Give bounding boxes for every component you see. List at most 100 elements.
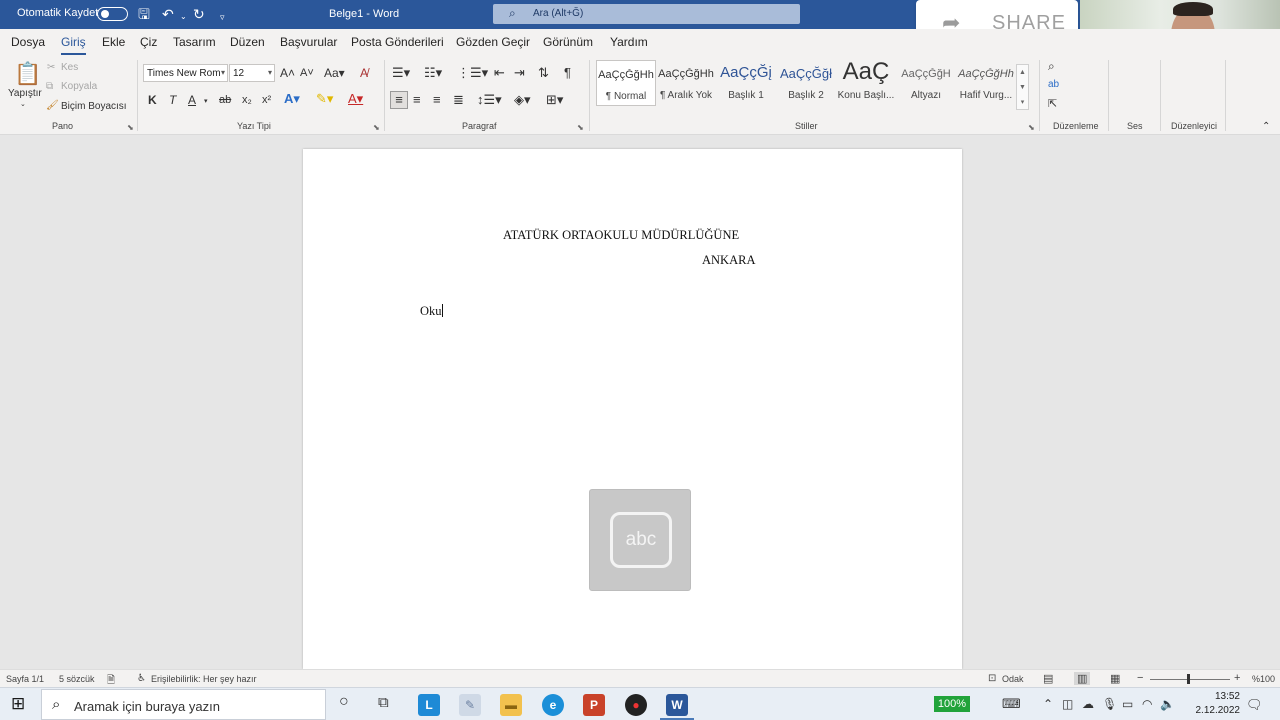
numbering-icon[interactable]: ☷▾	[424, 66, 442, 80]
chevron-up-icon[interactable]: ▲	[1019, 69, 1026, 76]
wifi-icon[interactable]: ◠	[1142, 697, 1152, 711]
italic-button[interactable]: T	[169, 93, 176, 107]
zoom-out-icon[interactable]: −	[1137, 672, 1143, 684]
superscript-icon[interactable]: x²	[262, 93, 271, 107]
font-name-combo[interactable]: Times New Rom ▾	[143, 64, 228, 82]
style-heading-1[interactable]: AaÇçĞį Başlık 1	[716, 60, 776, 106]
focus-mode[interactable]: Odak	[1002, 674, 1024, 684]
tab-gorunum[interactable]: Görünüm	[543, 35, 593, 49]
justify-icon[interactable]: ≣	[453, 93, 464, 107]
accessibility-status[interactable]: Erişilebilirlik: Her şey hazır	[151, 674, 257, 684]
recorder-app-icon[interactable]: ●	[625, 694, 647, 716]
borders-icon[interactable]: ⊞▾	[546, 93, 563, 107]
paste-button[interactable]: Yapıştır	[8, 88, 42, 99]
tab-gozden-gecir[interactable]: Gözden Geçir	[456, 35, 530, 49]
collapse-ribbon-icon[interactable]: ⌃	[1262, 120, 1270, 134]
underline-dropdown-icon[interactable]: ▾	[204, 95, 208, 109]
focus-icon[interactable]: ⊡	[988, 673, 996, 684]
bold-button[interactable]: K	[148, 93, 157, 107]
increase-indent-icon[interactable]: ⇥	[514, 66, 525, 80]
task-view-icon[interactable]: ⧉	[378, 694, 389, 711]
font-color-icon[interactable]: A▾	[348, 92, 363, 106]
word-count[interactable]: 5 sözcük	[59, 674, 95, 684]
styles-scroll[interactable]: ▲ ▼ ▾	[1016, 64, 1029, 110]
clear-formatting-icon[interactable]: A̸	[360, 66, 368, 80]
tab-posta-gonderileri[interactable]: Posta Gönderileri	[351, 35, 444, 49]
style-subtle-emphasis[interactable]: AaÇçĞğHh Hafif Vurg...	[956, 60, 1016, 106]
find-icon[interactable]: ⌕	[1048, 59, 1055, 73]
system-clock[interactable]: 13:52 2.12.2022	[1188, 690, 1241, 718]
more-styles-icon[interactable]: ▾	[1021, 99, 1025, 106]
zoom-slider[interactable]	[1150, 679, 1230, 680]
search-box[interactable]: ⌕ Ara (Alt+Ğ)	[493, 4, 800, 24]
tab-tasarim[interactable]: Tasarım	[173, 35, 216, 49]
cortana-icon[interactable]: ○	[339, 693, 349, 711]
replace-icon[interactable]: ab	[1048, 78, 1059, 92]
format-painter-icon[interactable]: 🖌	[46, 100, 59, 111]
tab-dosya[interactable]: Dosya	[11, 35, 45, 49]
highlight-icon[interactable]: ✎▾	[316, 92, 333, 106]
style-no-spacing[interactable]: AaÇçĞğHh ¶ Aralık Yok	[656, 60, 716, 106]
read-mode-icon[interactable]: ▤	[1043, 672, 1053, 685]
line-spacing-icon[interactable]: ↕☰▾	[477, 93, 502, 107]
microphone-icon[interactable]: 🎙	[1102, 697, 1117, 711]
paragraph-launcher-icon[interactable]: ⬊	[577, 123, 584, 132]
tab-basvurular[interactable]: Başvurular	[280, 35, 337, 49]
underline-button[interactable]: A	[188, 93, 196, 107]
redo-icon[interactable]: ↻	[193, 6, 205, 22]
print-layout-icon[interactable]: ▥	[1074, 672, 1091, 685]
tray-app-icon[interactable]: ◫	[1062, 697, 1073, 711]
tab-duzen[interactable]: Düzen	[230, 35, 265, 49]
shading-icon[interactable]: ◈▾	[514, 93, 531, 107]
align-left-icon[interactable]: ≡	[390, 91, 408, 109]
clipboard-launcher-icon[interactable]: ⬊	[127, 123, 134, 132]
page-count[interactable]: Sayfa 1/1	[6, 674, 44, 684]
font-launcher-icon[interactable]: ⬊	[373, 123, 380, 132]
web-layout-icon[interactable]: ▦	[1110, 672, 1120, 685]
app-l-icon[interactable]: L	[418, 694, 440, 716]
subscript-icon[interactable]: x₂	[242, 93, 252, 107]
strikethrough-icon[interactable]: ab	[219, 93, 231, 107]
document-page[interactable]: ATATÜRK ORTAOKULU MÜDÜRLÜĞÜNE ANKARA Oku	[303, 149, 962, 669]
grow-font-icon[interactable]: A˄	[280, 66, 295, 80]
battery-icon[interactable]: ▭	[1122, 697, 1133, 711]
cloud-icon[interactable]: ☁	[1082, 697, 1094, 711]
zoom-slider-thumb[interactable]	[1187, 674, 1190, 684]
chevron-down-icon[interactable]: ▼	[1019, 84, 1026, 91]
styles-launcher-icon[interactable]: ⬊	[1028, 123, 1035, 132]
multilevel-list-icon[interactable]: ⋮☰▾	[457, 66, 488, 80]
undo-icon[interactable]: ↶	[162, 6, 174, 22]
font-size-combo[interactable]: 12 ▾	[229, 64, 275, 82]
save-icon[interactable]: 🖫	[138, 6, 150, 22]
edge-icon[interactable]: e	[542, 694, 564, 716]
volume-icon[interactable]: 🔈	[1160, 697, 1175, 711]
paste-dropdown-icon[interactable]: ⌄	[20, 100, 26, 108]
decrease-indent-icon[interactable]: ⇤	[494, 66, 505, 80]
file-explorer-icon[interactable]: ▬	[500, 694, 522, 716]
bullets-icon[interactable]: ☰▾	[392, 66, 410, 80]
select-icon[interactable]: ⇱	[1048, 97, 1057, 111]
style-title[interactable]: AaÇ Konu Başlı...	[836, 58, 896, 106]
change-case-icon[interactable]: Aa▾	[324, 66, 345, 80]
tab-ciz[interactable]: Çiz	[140, 35, 157, 49]
text-effects-icon[interactable]: A▾	[284, 92, 300, 106]
format-painter-button[interactable]: Biçim Boyacısı	[61, 101, 127, 112]
keyboard-icon[interactable]: ⌨	[1002, 696, 1021, 712]
notifications-icon[interactable]: 🗨	[1246, 697, 1263, 713]
powerpoint-icon[interactable]: P	[583, 694, 605, 716]
pen-app-icon[interactable]: ✎	[459, 694, 481, 716]
undo-dropdown-icon[interactable]: ⌄	[180, 9, 187, 25]
align-center-icon[interactable]: ≡	[413, 93, 421, 107]
zoom-in-icon[interactable]: +	[1234, 672, 1240, 684]
accessibility-icon[interactable]: ♿	[137, 673, 146, 684]
battery-indicator[interactable]: 100%	[934, 696, 970, 712]
tab-giris[interactable]: Giriş	[61, 35, 86, 55]
zoom-level[interactable]: %100	[1252, 674, 1275, 684]
customize-toolbar-icon[interactable]: ▿	[220, 9, 225, 25]
taskbar-search[interactable]: ⌕ Aramak için buraya yazın	[41, 689, 326, 720]
style-normal[interactable]: AaÇçĞğHh ¶ Normal	[596, 60, 656, 106]
style-subtitle[interactable]: AaÇçĞğH Altyazı	[896, 60, 956, 106]
tab-ekle[interactable]: Ekle	[102, 35, 125, 49]
autosave-toggle[interactable]	[97, 7, 128, 21]
windows-start-icon[interactable]: ⊞	[11, 694, 25, 714]
